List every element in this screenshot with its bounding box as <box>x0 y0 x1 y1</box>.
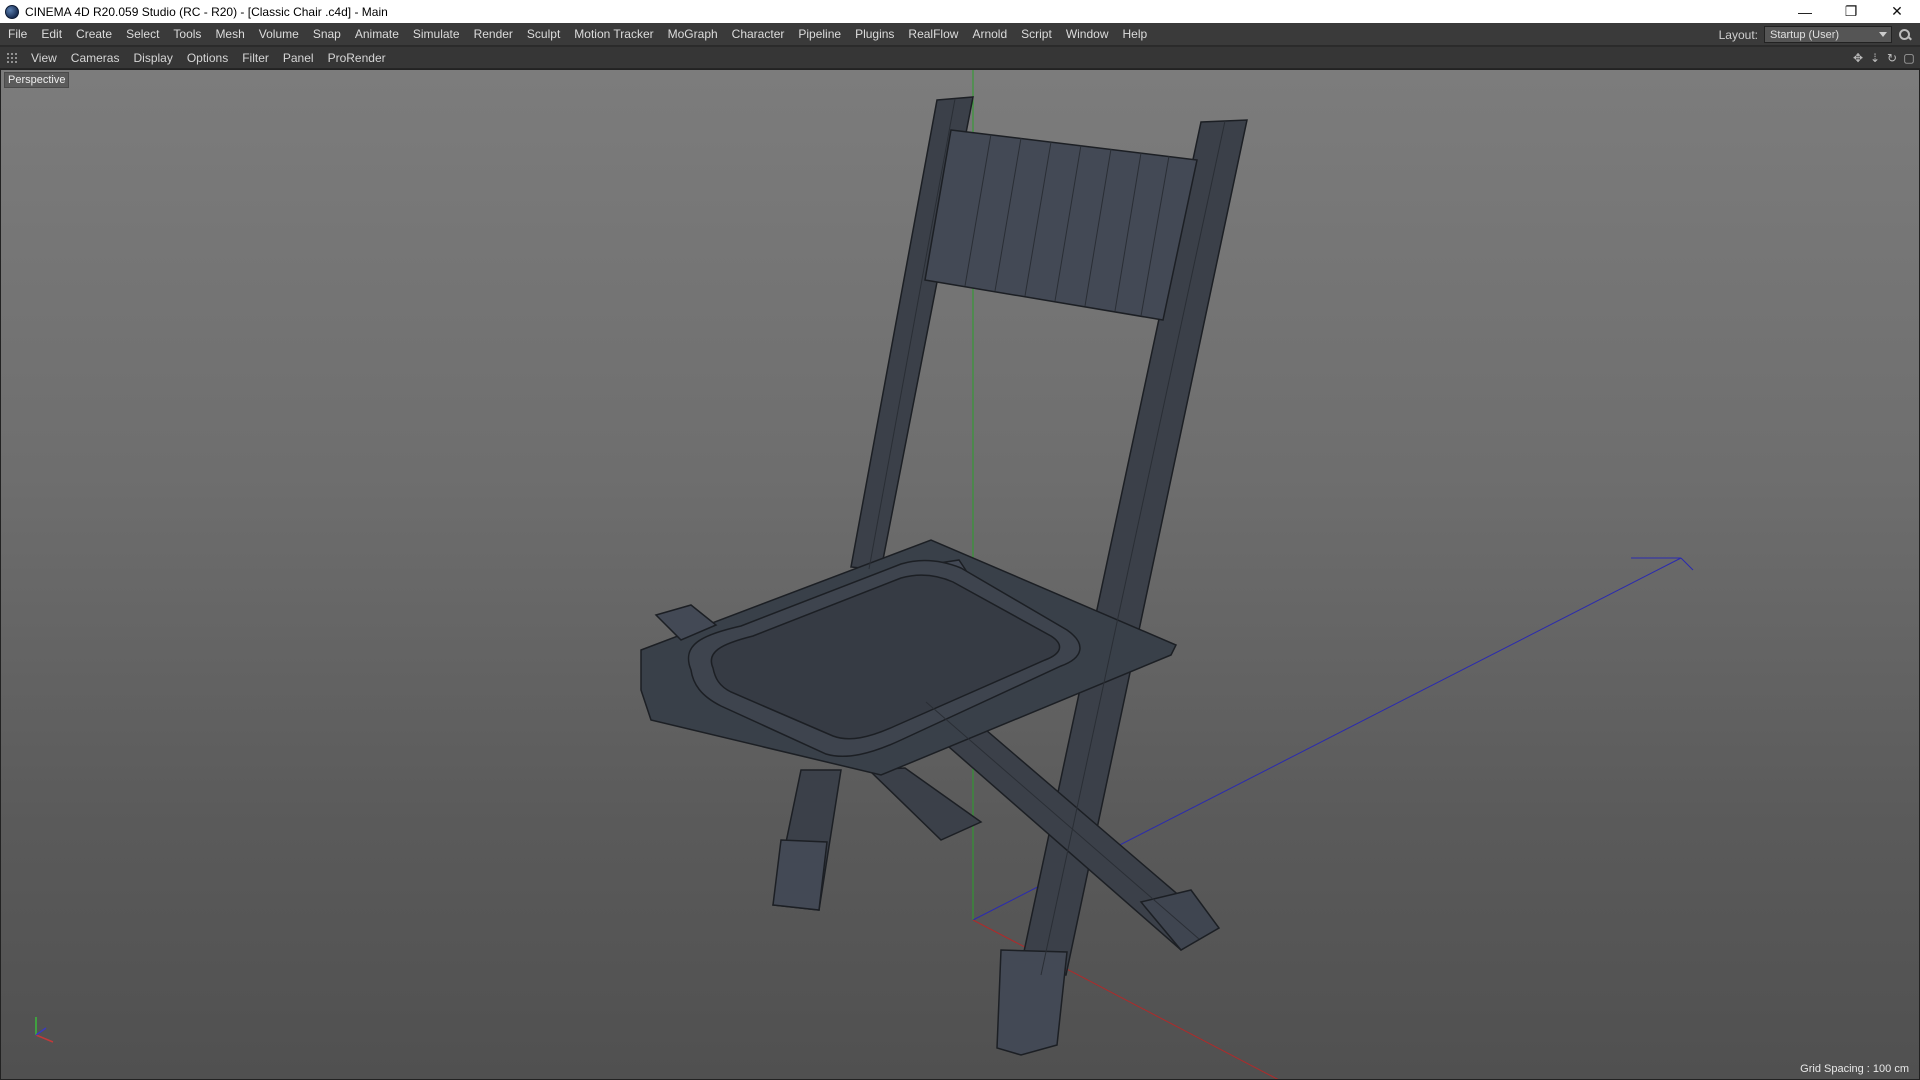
viewport-menu-cameras[interactable]: Cameras <box>64 47 127 69</box>
zoom-view-icon[interactable]: ⇣ <box>1868 51 1882 65</box>
viewport-menu-view[interactable]: View <box>24 47 64 69</box>
menu-snap[interactable]: Snap <box>306 23 348 46</box>
menu-file[interactable]: File <box>0 23 34 46</box>
camera-label[interactable]: Perspective <box>4 72 70 88</box>
minimize-button[interactable]: — <box>1782 0 1828 23</box>
menu-script[interactable]: Script <box>1014 23 1059 46</box>
menu-create[interactable]: Create <box>69 23 119 46</box>
menu-mograph[interactable]: MoGraph <box>661 23 725 46</box>
viewport-menu-filter[interactable]: Filter <box>235 47 276 69</box>
axis-gizmo <box>35 1017 54 1043</box>
viewport-scene <box>35 70 1694 1079</box>
menu-arnold[interactable]: Arnold <box>965 23 1014 46</box>
z-axis-arrow-tip <box>1680 557 1694 571</box>
chevron-down-icon <box>1879 32 1887 37</box>
menu-mesh[interactable]: Mesh <box>208 23 251 46</box>
perspective-viewport[interactable]: Perspective Grid Spacing : 100 cm <box>0 69 1920 1080</box>
grid-spacing-readout: Grid Spacing : 100 cm <box>1800 1063 1909 1075</box>
title-bar: CINEMA 4D R20.059 Studio (RC - R20) - [C… <box>0 0 1920 23</box>
viewport-menu-panel[interactable]: Panel <box>276 47 321 69</box>
menu-plugins[interactable]: Plugins <box>848 23 901 46</box>
menu-sculpt[interactable]: Sculpt <box>520 23 567 46</box>
menu-simulate[interactable]: Simulate <box>406 23 467 46</box>
rear-right-leg <box>867 767 983 841</box>
menu-motion-tracker[interactable]: Motion Tracker <box>567 23 660 46</box>
viewport-menu-options[interactable]: Options <box>180 47 235 69</box>
layout-value: Startup (User) <box>1770 28 1840 41</box>
window-title: CINEMA 4D R20.059 Studio (RC - R20) - [C… <box>25 4 388 19</box>
viewport-menu-bar: View Cameras Display Options Filter Pane… <box>0 47 1920 69</box>
menu-tools[interactable]: Tools <box>166 23 208 46</box>
search-icon[interactable] <box>1898 28 1912 42</box>
layout-switcher: Layout: Startup (User) <box>1719 23 1912 46</box>
panel-grip-icon[interactable] <box>6 51 18 64</box>
rotate-view-icon[interactable]: ↻ <box>1885 51 1899 65</box>
layout-dropdown[interactable]: Startup (User) <box>1764 26 1892 43</box>
menu-window[interactable]: Window <box>1059 23 1116 46</box>
menu-volume[interactable]: Volume <box>252 23 306 46</box>
menu-character[interactable]: Character <box>725 23 792 46</box>
menu-pipeline[interactable]: Pipeline <box>791 23 848 46</box>
viewport-nav-tools: ✥ ⇣ ↻ ▢ <box>1851 47 1916 69</box>
close-button[interactable]: ✕ <box>1874 0 1920 23</box>
layout-label: Layout: <box>1718 27 1758 42</box>
restore-button[interactable]: ❐ <box>1828 0 1874 23</box>
menu-edit[interactable]: Edit <box>34 23 69 46</box>
rear-left-foot <box>772 839 828 911</box>
right-foot <box>996 949 1068 1056</box>
maximize-view-icon[interactable]: ▢ <box>1902 51 1916 65</box>
main-menu-bar: File Edit Create Select Tools Mesh Volum… <box>0 23 1920 46</box>
menu-help[interactable]: Help <box>1116 23 1155 46</box>
chair-model <box>640 96 1248 1056</box>
menu-animate[interactable]: Animate <box>348 23 406 46</box>
menu-render[interactable]: Render <box>467 23 520 46</box>
menu-select[interactable]: Select <box>119 23 166 46</box>
viewport-menu-display[interactable]: Display <box>126 47 179 69</box>
viewport-menu-prorender[interactable]: ProRender <box>321 47 393 69</box>
window-controls: — ❐ ✕ <box>1782 0 1920 23</box>
menu-realflow[interactable]: RealFlow <box>901 23 965 46</box>
move-view-icon[interactable]: ✥ <box>1851 51 1865 65</box>
cinema4d-logo-icon <box>5 4 19 19</box>
backrest <box>924 129 1198 321</box>
